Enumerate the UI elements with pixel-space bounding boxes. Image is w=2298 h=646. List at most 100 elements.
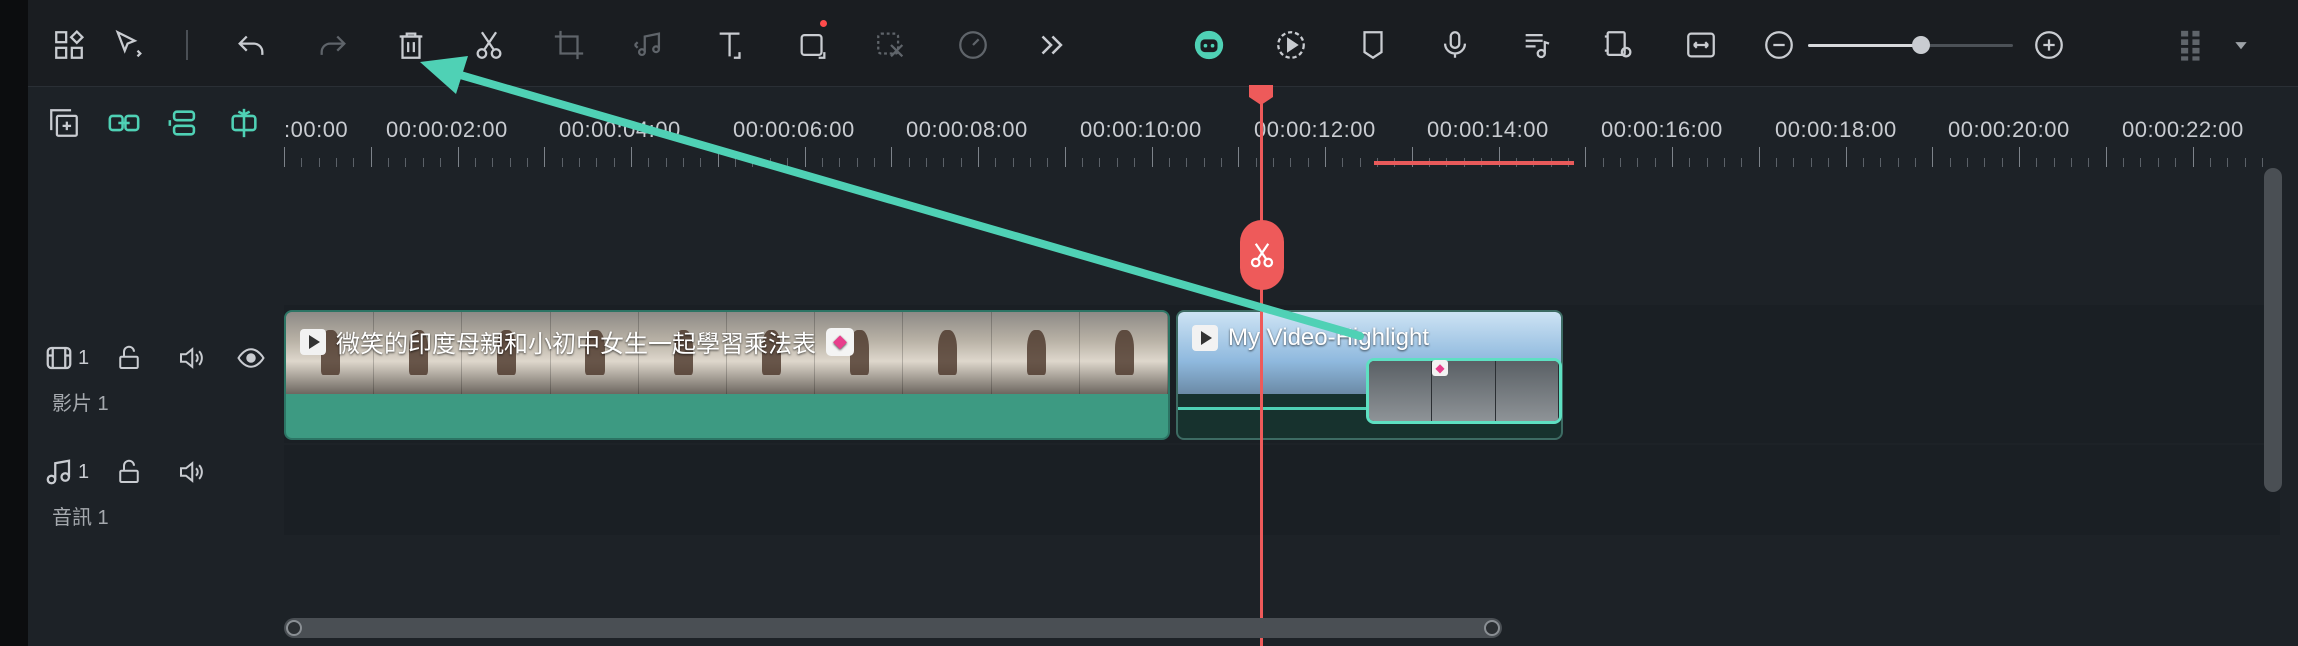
- selected-clip-segment[interactable]: [1366, 358, 1562, 424]
- scroll-handle-left[interactable]: [286, 620, 302, 636]
- ruler-label: 00:00:06:00: [733, 117, 855, 142]
- ruler-tick: [2261, 158, 2263, 167]
- toolbar: [28, 0, 2298, 87]
- delete-icon[interactable]: [388, 22, 434, 68]
- lock-icon[interactable]: [112, 341, 146, 375]
- layout-icon[interactable]: [2168, 22, 2214, 68]
- clip-header: 微笑的印度母親和小初中女生一起學習乘法表 ◆: [300, 324, 854, 359]
- ruler-tick: [1220, 158, 1222, 167]
- video-track-icon: [42, 341, 76, 375]
- undo-icon[interactable]: [228, 22, 274, 68]
- zoom-out-icon[interactable]: [1756, 22, 1802, 68]
- vertical-scrollbar[interactable]: [2264, 168, 2282, 492]
- ruler-tick: [1012, 158, 1014, 167]
- ruler-tick: [596, 158, 598, 167]
- music-list-icon[interactable]: [1514, 22, 1560, 68]
- more-icon[interactable]: [1028, 22, 1074, 68]
- redo-icon[interactable]: [310, 22, 356, 68]
- zoom-slider[interactable]: [1808, 36, 2013, 54]
- ruler-tick: [648, 158, 650, 167]
- clip-title: 微笑的印度母親和小初中女生一起學習乘法表: [336, 331, 816, 358]
- link-clips-icon[interactable]: [104, 103, 144, 143]
- ruler-tick: [1880, 158, 1882, 167]
- video-clip-1[interactable]: 微笑的印度母親和小初中女生一起學習乘法表 ◆: [284, 310, 1170, 440]
- ruler-tick: [370, 147, 372, 167]
- scroll-handle-right[interactable]: [1484, 620, 1500, 636]
- ruler-tick: [1325, 147, 1326, 167]
- audio-icon[interactable]: [626, 22, 672, 68]
- ruler-tick: [1619, 158, 1621, 167]
- ruler-tick: [1099, 158, 1101, 167]
- ruler-tick: [1602, 158, 1604, 167]
- ruler-tick: [1116, 158, 1118, 167]
- ruler-tick: [2053, 158, 2055, 167]
- crop-icon[interactable]: [546, 22, 592, 68]
- add-track-icon[interactable]: [44, 103, 84, 143]
- music-note-icon: [42, 455, 76, 489]
- ruler-tick: [284, 147, 285, 167]
- playback-icon[interactable]: [1268, 22, 1314, 68]
- ruler-tick: [1741, 158, 1743, 167]
- ruler-tick: [1238, 147, 1240, 167]
- microphone-icon[interactable]: [1432, 22, 1478, 68]
- ruler-tick: [457, 147, 459, 167]
- timeline-tools: [28, 87, 284, 167]
- play-icon: [300, 328, 326, 355]
- ruler-tick: [1914, 158, 1916, 167]
- cut-icon[interactable]: [466, 22, 512, 68]
- ruler-tick: [492, 158, 494, 167]
- zoom-slider-knob[interactable]: [1911, 36, 1930, 54]
- audio-track-name: 音訊 1: [52, 507, 109, 529]
- snap-icon[interactable]: [224, 103, 264, 143]
- marker-icon[interactable]: [1350, 22, 1396, 68]
- ruler-tick: [301, 158, 303, 167]
- ruler-tick: [1672, 147, 1673, 167]
- lock-icon[interactable]: [112, 455, 146, 489]
- shape-icon[interactable]: [790, 22, 836, 68]
- ruler-tick: [2175, 158, 2177, 167]
- ruler-tick: [804, 147, 806, 167]
- volume-icon[interactable]: [174, 455, 208, 489]
- ruler-tick: [2209, 158, 2211, 167]
- ruler-tick: [1082, 158, 1084, 167]
- text-icon[interactable]: [708, 22, 754, 68]
- ruler-tick: [388, 158, 390, 167]
- ruler-label: 00:00:22:00: [2122, 117, 2244, 142]
- ruler-tick: [1758, 147, 1760, 167]
- ruler-tick: [960, 158, 962, 167]
- mask-icon[interactable]: [868, 22, 914, 68]
- ruler-tick: [336, 158, 338, 167]
- ruler-tick: [1949, 158, 1951, 167]
- apps-icon[interactable]: [46, 22, 92, 68]
- ruler-tick: [2157, 158, 2159, 167]
- clip-header: My Video-Highlight: [1192, 324, 1429, 352]
- audio-track-lane[interactable]: [284, 445, 2280, 535]
- volume-icon[interactable]: [174, 341, 208, 375]
- ruler-tick: [405, 158, 407, 167]
- time-ruler[interactable]: :00:00 00:00:02:00 00:00:04:00 00:00:06:…: [284, 87, 2280, 167]
- ai-assistant-icon[interactable]: [1186, 22, 1232, 68]
- visibility-icon[interactable]: [234, 341, 268, 375]
- ruler-label: 00:00:08:00: [906, 117, 1028, 142]
- ruler-tick: [2105, 147, 2107, 167]
- split-button[interactable]: [1240, 220, 1284, 290]
- ruler-tick: [1845, 147, 1847, 167]
- zoom-in-icon[interactable]: [2026, 22, 2072, 68]
- speed-icon[interactable]: [950, 22, 996, 68]
- video-track-name: 影片 1: [52, 393, 109, 415]
- fit-icon[interactable]: [1678, 22, 1724, 68]
- ruler-tick: [978, 147, 979, 167]
- playhead[interactable]: [1260, 87, 1263, 646]
- horizontal-scrollbar[interactable]: [284, 618, 1502, 638]
- preview-icon[interactable]: [1596, 22, 1642, 68]
- dropdown-icon[interactable]: [2218, 22, 2264, 68]
- ruler-label: 00:00:02:00: [386, 117, 508, 142]
- video-track-number: 1: [78, 347, 90, 369]
- ripple-icon[interactable]: [164, 103, 204, 143]
- select-tool-icon[interactable]: [106, 22, 152, 68]
- ruler-label: 00:00:12:00: [1254, 117, 1376, 142]
- gem-icon: ◆: [1432, 360, 1448, 376]
- ruler-tick: [1168, 158, 1170, 167]
- gem-icon: ◆: [826, 327, 854, 356]
- ruler-tick: [908, 158, 910, 167]
